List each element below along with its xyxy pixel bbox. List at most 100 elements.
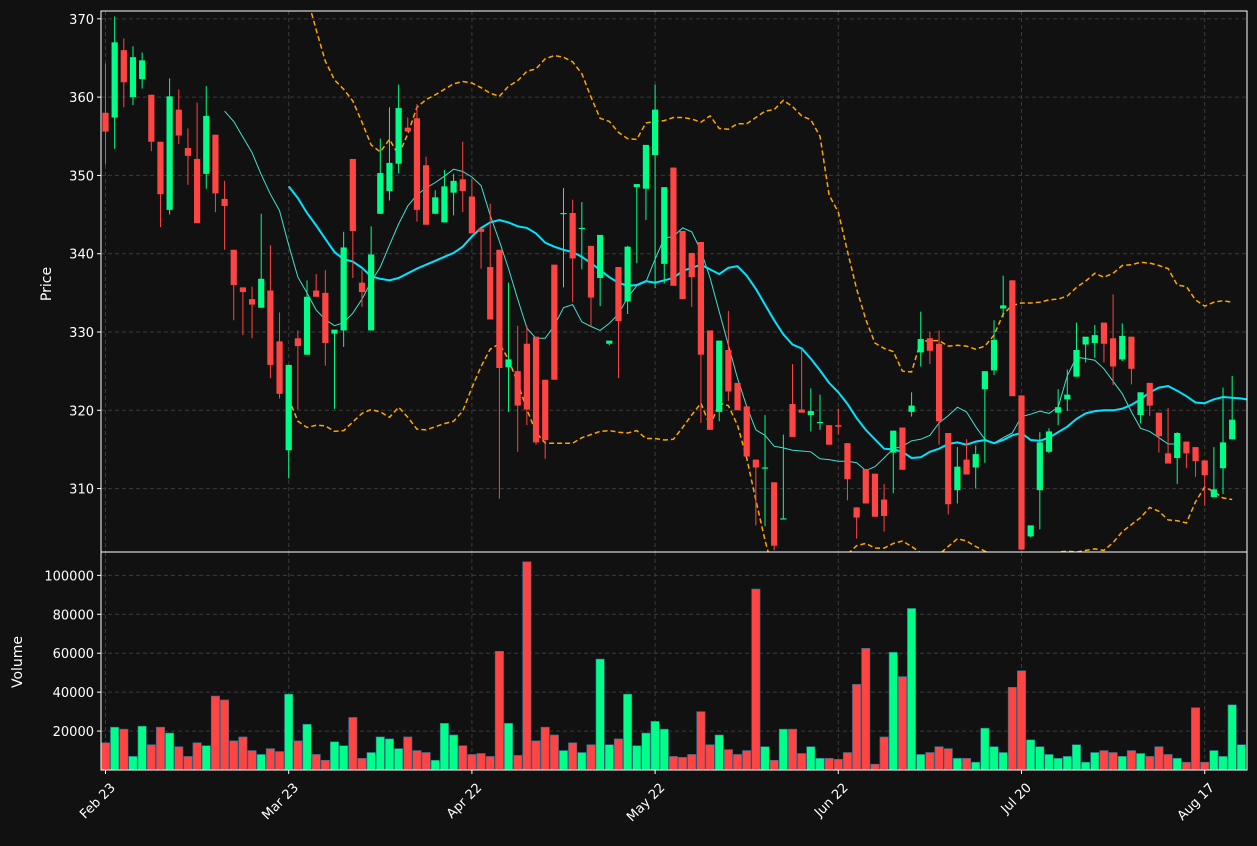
volume-bar-down (467, 754, 477, 770)
candle-body-down (523, 343, 530, 410)
volume-bar-down (119, 728, 129, 770)
volume-bar-down (229, 740, 239, 770)
volume-bar-down (210, 695, 220, 770)
volume-bar-up (577, 752, 587, 770)
candle-body-down (239, 287, 246, 293)
volume-bar-up (806, 746, 816, 770)
candle-body-up (505, 359, 512, 368)
volume-bar-up (1053, 758, 1063, 770)
volume-bar-down (476, 753, 486, 770)
volume-bar-up (302, 723, 312, 770)
volume-bar-down (540, 726, 550, 770)
volume-bar-up (760, 746, 770, 770)
volume-bar-up (137, 725, 147, 770)
candle-body-up (1027, 525, 1034, 537)
volume-bar-down (705, 744, 715, 770)
volume-bar-up (998, 752, 1008, 770)
volume-bar-up (714, 734, 724, 770)
volume-bar-down (1181, 761, 1191, 770)
candle-body-up (597, 234, 604, 278)
candle-body-up (1036, 442, 1043, 491)
candle-body-down (184, 148, 192, 156)
volume-bar-down (1099, 750, 1109, 770)
candle-body-down (771, 482, 778, 546)
candle-body-down (276, 341, 283, 394)
price-y-tick-label: 340 (69, 248, 94, 263)
volume-bar-up (650, 721, 660, 770)
chart-figure: 310 320 330 340 350 360 370 Price 20000 40000 60… (0, 0, 1257, 842)
volume-bar-up (366, 752, 376, 770)
candle-body-down (871, 473, 879, 517)
candle-body-up (386, 162, 393, 192)
volume-bar-down (531, 740, 541, 770)
volume-bar-down (247, 750, 257, 770)
volume-bar-down (861, 648, 871, 770)
volume-bar-down (769, 759, 779, 770)
volume-bar-down (412, 750, 422, 770)
candle-body-down (963, 459, 970, 475)
volume-bar-down (751, 588, 761, 770)
volume-y-tick-label: 20000 (53, 725, 94, 740)
volume-bar-up (1044, 754, 1054, 770)
volume-bar-down (1145, 756, 1155, 770)
volume-bar-down (192, 742, 202, 770)
candle-body-down (881, 499, 888, 516)
candle-body-down (102, 112, 109, 132)
volume-bar-up (778, 728, 788, 770)
candle-body-up (1045, 431, 1053, 452)
volume-bar-up (284, 693, 294, 770)
candle-body-down (468, 196, 475, 234)
volume-bar-down (275, 751, 285, 770)
volume-bar-up (384, 738, 394, 770)
volume-bar-down (897, 676, 907, 770)
volume-bar-down (1007, 686, 1017, 770)
candle-body-down (789, 404, 796, 437)
candle-body-up (624, 246, 631, 302)
candle-body-down (743, 406, 750, 457)
volume-bar-up (1227, 704, 1237, 770)
volume-bar-up (1172, 758, 1182, 770)
candle-body-up (129, 57, 137, 98)
candle-body-down (221, 198, 228, 206)
candle-body-down (1146, 382, 1153, 406)
candle-body-down (120, 50, 127, 83)
candle-body-up (661, 187, 668, 264)
volume-bar-up (394, 748, 404, 770)
candle-body-up (441, 186, 448, 223)
volume-y-tick-label: 100000 (44, 569, 94, 584)
candle-body-down (230, 249, 237, 286)
candle-body-down (615, 267, 622, 322)
volume-bar-down (943, 748, 953, 770)
candle-body-down (1183, 441, 1190, 454)
volume-bar-down (320, 759, 330, 770)
volume-bar-down (1200, 761, 1210, 770)
volume-bar-down (1108, 752, 1118, 770)
candle-body-down (1164, 453, 1172, 464)
candle-body-down (853, 507, 860, 518)
candle-body-down (267, 290, 274, 365)
candle-body-down (551, 264, 558, 380)
volume-bar-up (595, 658, 605, 770)
candle-body-down (358, 282, 366, 293)
candle-body-down (587, 245, 595, 298)
volume-bar-up (952, 758, 962, 770)
candle-body-down (679, 231, 686, 300)
candle-body-down (798, 409, 805, 413)
candle-body-up (642, 144, 650, 189)
volume-y-axis-label: Volume (10, 636, 26, 688)
candle-body-up (1219, 442, 1227, 469)
candle-body-down (862, 469, 869, 504)
volume-bar-down (678, 757, 688, 770)
candle-body-down (844, 443, 851, 480)
candle-body-down (423, 165, 430, 225)
volume-bar-down (238, 736, 248, 770)
volume-bar-down (742, 750, 752, 770)
volume-bar-down (824, 758, 834, 770)
candle-body-down (670, 167, 677, 286)
volume-bar-up (128, 756, 138, 770)
candle-body-up (761, 467, 769, 469)
candle-body-up (954, 466, 961, 491)
volume-bar-up (1136, 753, 1146, 770)
candle-body-down (487, 267, 494, 320)
candle-body-down (826, 425, 833, 445)
